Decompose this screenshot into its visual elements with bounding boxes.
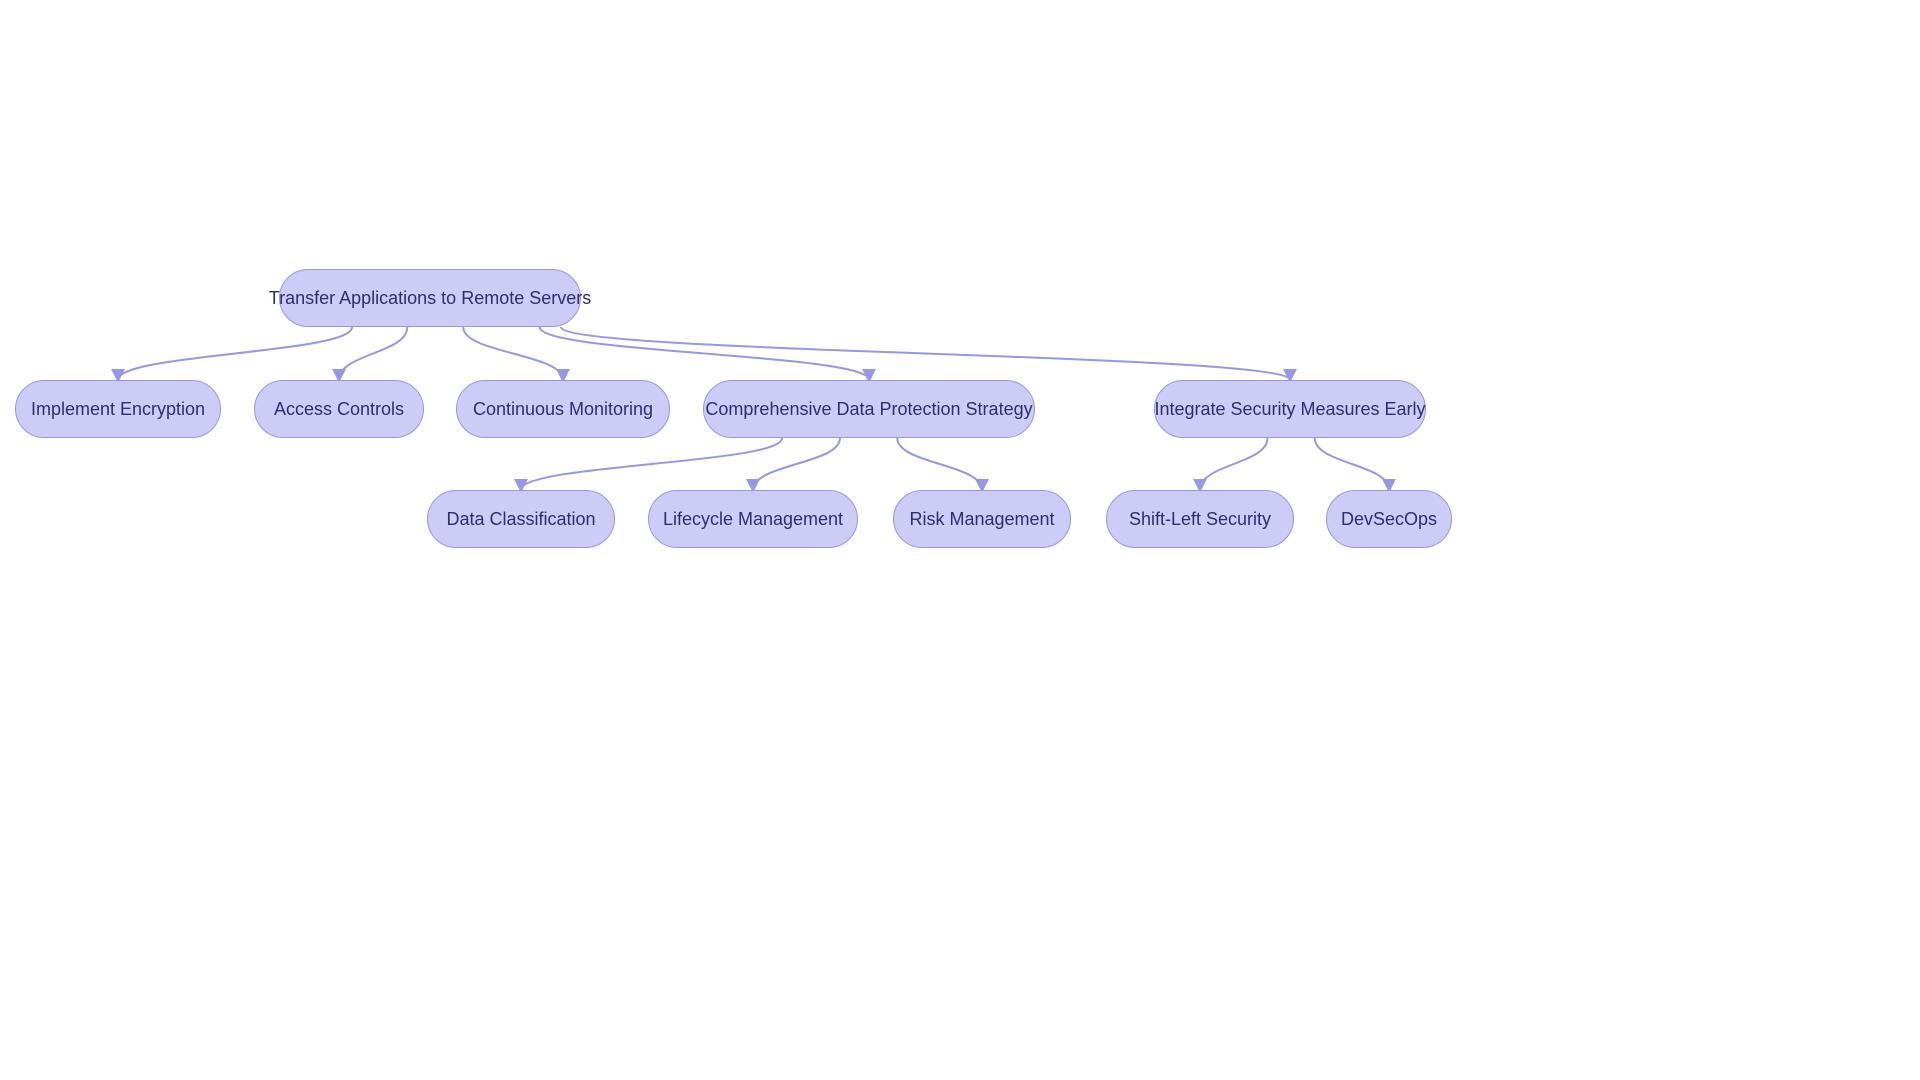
edge-root-encryption: [118, 327, 352, 380]
edge-dataProtection-classification: [521, 438, 782, 490]
node-dataProtection: Comprehensive Data Protection Strategy: [703, 380, 1035, 438]
edge-root-monitoring: [463, 327, 563, 380]
edge-root-integrateEarly: [561, 327, 1290, 380]
node-shiftLeft: Shift-Left Security: [1106, 490, 1294, 548]
node-classification: Data Classification: [427, 490, 615, 548]
node-encryption: Implement Encryption: [15, 380, 221, 438]
node-access: Access Controls: [254, 380, 424, 438]
node-root: Transfer Applications to Remote Servers: [279, 269, 581, 327]
node-risk: Risk Management: [893, 490, 1071, 548]
node-integrateEarly: Integrate Security Measures Early: [1154, 380, 1426, 438]
edge-dataProtection-risk: [897, 438, 982, 490]
edge-integrateEarly-shiftLeft: [1200, 438, 1268, 490]
edge-integrateEarly-devsecops: [1315, 438, 1389, 490]
node-lifecycle: Lifecycle Management: [648, 490, 858, 548]
edge-root-access: [339, 327, 407, 380]
edge-dataProtection-lifecycle: [753, 438, 840, 490]
edge-root-dataProtection: [540, 327, 869, 380]
node-monitoring: Continuous Monitoring: [456, 380, 670, 438]
node-devsecops: DevSecOps: [1326, 490, 1452, 548]
